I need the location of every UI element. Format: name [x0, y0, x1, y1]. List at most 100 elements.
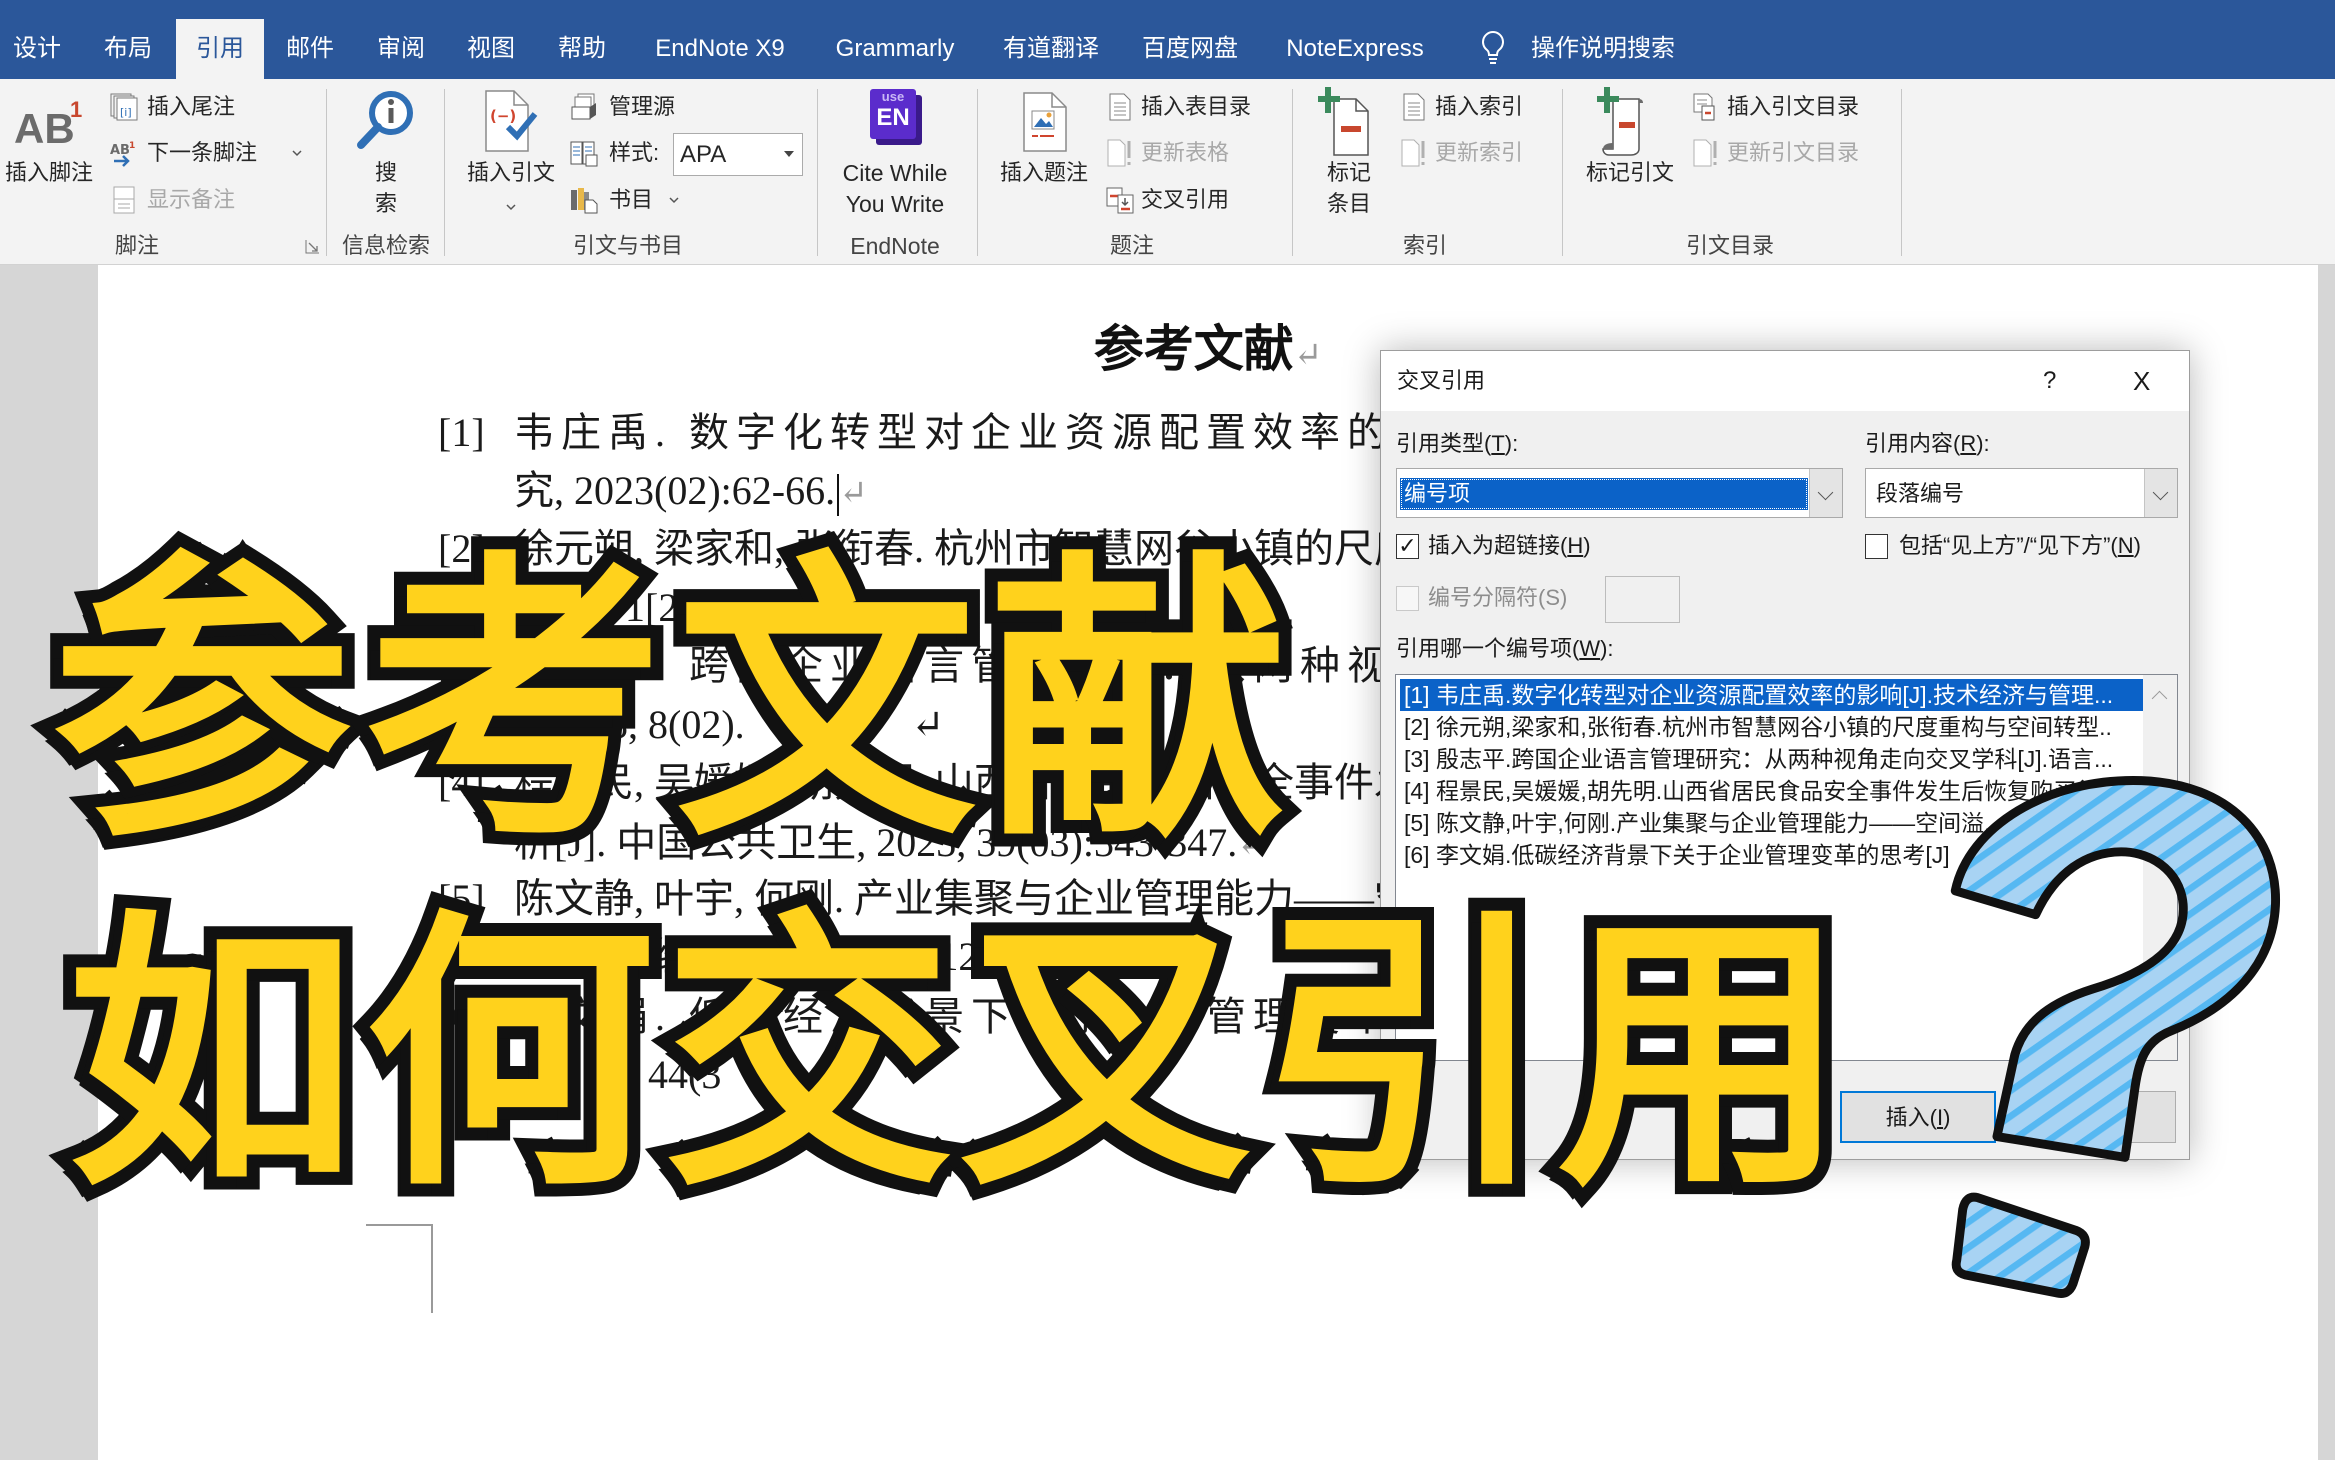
chevron-down-icon[interactable]	[292, 149, 302, 157]
help-icon[interactable]: ?	[2043, 366, 2056, 396]
insert-button[interactable]: 插入(I)	[1840, 1091, 1996, 1143]
tab-help[interactable]: 帮助	[558, 19, 606, 79]
list-item[interactable]: [2] 徐元朔,梁家和,张衔春.杭州市智慧网谷小镇的尺度重构与空间转型..	[1400, 711, 2143, 743]
group-label-index: 索引	[1402, 233, 1448, 258]
search-info-icon	[357, 91, 413, 149]
label-suffix: ):	[1976, 431, 1990, 456]
style-book-icon	[570, 141, 598, 167]
tab-design[interactable]: 设计	[13, 19, 61, 79]
update-index-icon	[1401, 139, 1425, 167]
label-suffix: )	[2133, 533, 2141, 558]
label-suffix: )	[1583, 533, 1591, 558]
manage-sources-label: 管理源	[609, 94, 676, 119]
reference-type-label: 引用类型(T):	[1396, 429, 1518, 459]
tab-references[interactable]: 引用	[196, 19, 244, 79]
mark-citation-button[interactable]: 标记引文	[1575, 83, 1687, 193]
tab-youdao[interactable]: 有道翻译	[1003, 19, 1099, 79]
cite-while-you-write-button[interactable]: use EN Cite While You Write	[826, 83, 966, 223]
manage-sources-button[interactable]: 管理源	[566, 91, 746, 123]
reference-line[interactable]: 究, 2023(02):62-66. ↵	[514, 462, 868, 520]
list-item[interactable]: [3] 殷志平.跨国企业语言管理研究：从两种视角走向交叉学科[J].语言...	[1400, 743, 2143, 775]
dropdown-button[interactable]	[1809, 469, 1842, 517]
group-label-captions: 题注	[1109, 233, 1155, 258]
insert-index-button[interactable]: 插入索引	[1396, 91, 1546, 123]
insert-footnote-button[interactable]: AB 1 插入脚注	[0, 85, 98, 225]
insert-endnote-button[interactable]: [i] 插入尾注	[106, 91, 306, 123]
tab-noteexpress[interactable]: NoteExpress	[1286, 19, 1423, 79]
tab-review[interactable]: 审阅	[377, 19, 425, 79]
access-key: W	[1579, 636, 1601, 661]
include-above-below-checkbox[interactable]	[1865, 534, 1888, 559]
list-item[interactable]: [4] 程景民,吴媛媛,胡先明.山西省居民食品安全事件发生后恢复购买行...	[1400, 775, 2143, 807]
tab-endnote[interactable]: EndNote X9	[655, 19, 784, 79]
for-which-label: 引用哪一个编号项(W):	[1396, 634, 1614, 664]
dialog-launcher-icon[interactable]	[305, 239, 320, 254]
svg-text:[i]: [i]	[120, 106, 132, 119]
insert-toa-button[interactable]: 插入引文目录	[1688, 91, 1888, 123]
include-above-below-label[interactable]: 包括“见上方”/“见下方”(N)	[1899, 531, 2141, 561]
cross-reference-button[interactable]: 交叉引用	[1102, 184, 1282, 216]
cwyw-label-line1: Cite While	[842, 160, 948, 186]
search-button[interactable]: 搜 索	[345, 83, 427, 223]
dropdown-button[interactable]	[2144, 469, 2177, 517]
tab-layout[interactable]: 布局	[104, 19, 152, 79]
reference-content-value: 段落编号	[1876, 481, 1965, 506]
reference-content-select[interactable]: 段落编号	[1865, 468, 2178, 518]
cancel-button[interactable]: 取消	[2014, 1091, 2176, 1143]
next-footnote-button[interactable]: AB 1 下一条脚注	[106, 137, 306, 169]
group-divider	[444, 89, 445, 256]
lightbulb-icon[interactable]	[1480, 30, 1506, 68]
insert-caption-button[interactable]: 插入题注	[988, 83, 1100, 193]
endnote-icon: use EN	[870, 89, 924, 147]
insert-citation-button[interactable]: (−) 插入引文	[452, 83, 570, 223]
update-index-button: 更新索引	[1396, 137, 1546, 169]
list-item[interactable]: [5] 陈文静,叶宇,何刚.产业集聚与企业管理能力——空间溢...	[1400, 807, 2143, 839]
tab-view[interactable]: 视图	[467, 19, 515, 79]
tab-mailings[interactable]: 邮件	[286, 19, 334, 79]
insert-index-icon	[1403, 93, 1425, 121]
insert-caption-icon	[1023, 92, 1067, 152]
insert-endnote-icon: [i]	[110, 93, 138, 121]
reference-number: [1]	[438, 410, 485, 455]
dialog-title: 交叉引用	[1397, 368, 1486, 393]
insert-table-of-figures-button[interactable]: 插入表目录	[1102, 91, 1282, 123]
insert-as-hyperlink-checkbox[interactable]: ✓	[1396, 534, 1419, 559]
next-footnote-icon: AB 1	[110, 141, 135, 167]
paragraph-mark: ↵	[1293, 335, 1323, 375]
bibliography-button[interactable]: 书目	[566, 184, 706, 216]
svg-text:1: 1	[129, 141, 135, 151]
update-toa-icon	[1693, 139, 1717, 167]
group-divider	[1292, 89, 1293, 256]
close-icon[interactable]: X	[2133, 366, 2150, 396]
mark-citation-icon	[1597, 87, 1643, 156]
reference-type-select[interactable]: 编号项	[1396, 468, 1843, 518]
insert-as-hyperlink-label[interactable]: 插入为超链接(H)	[1428, 531, 1591, 561]
list-item[interactable]: [6] 李文娟.低碳经济背景下关于企业管理变革的思考[J]	[1400, 839, 2143, 871]
citation-style-select[interactable]: APA	[673, 133, 803, 176]
access-key: T	[1491, 431, 1505, 456]
list-item[interactable]: [1] 韦庄禹.数字化转型对企业资源配置效率的影响[J].技术经济与管理...	[1400, 679, 2143, 711]
listbox-scrollbar[interactable]	[2143, 675, 2177, 1060]
chevron-down-icon	[1817, 484, 1834, 501]
update-table-icon	[1107, 139, 1131, 167]
mark-entry-button[interactable]: 标记 条目	[1310, 83, 1390, 223]
tab-grammarly[interactable]: Grammarly	[836, 19, 955, 79]
heading-text: 参考文献	[1093, 319, 1294, 378]
tab-baidu-netdisk[interactable]: 百度网盘	[1142, 19, 1238, 79]
show-notes-button[interactable]: 显示备注	[106, 184, 306, 216]
endnote-icon-top-text: use	[881, 89, 905, 104]
insert-toa-icon	[1693, 93, 1715, 121]
show-notes-icon	[113, 186, 135, 214]
separate-numbers-label: 编号分隔符(S)	[1428, 585, 1568, 610]
button-text-suffix: )	[1943, 1105, 1951, 1130]
insert-citation-label: 插入引文	[466, 160, 556, 185]
scroll-up-icon[interactable]	[2151, 690, 2168, 707]
cwyw-label-line2: You Write	[845, 191, 945, 217]
tell-me-search[interactable]: 操作说明搜索	[1531, 19, 1675, 79]
update-toa-label: 更新引文目录	[1727, 140, 1860, 165]
insert-endnote-label: 插入尾注	[147, 94, 236, 119]
mark-citation-label: 标记引文	[1585, 160, 1675, 185]
label-text: 引用哪一个编号项(	[1396, 636, 1580, 661]
table-of-figures-icon	[1109, 93, 1131, 121]
access-key: N	[2117, 533, 2134, 558]
